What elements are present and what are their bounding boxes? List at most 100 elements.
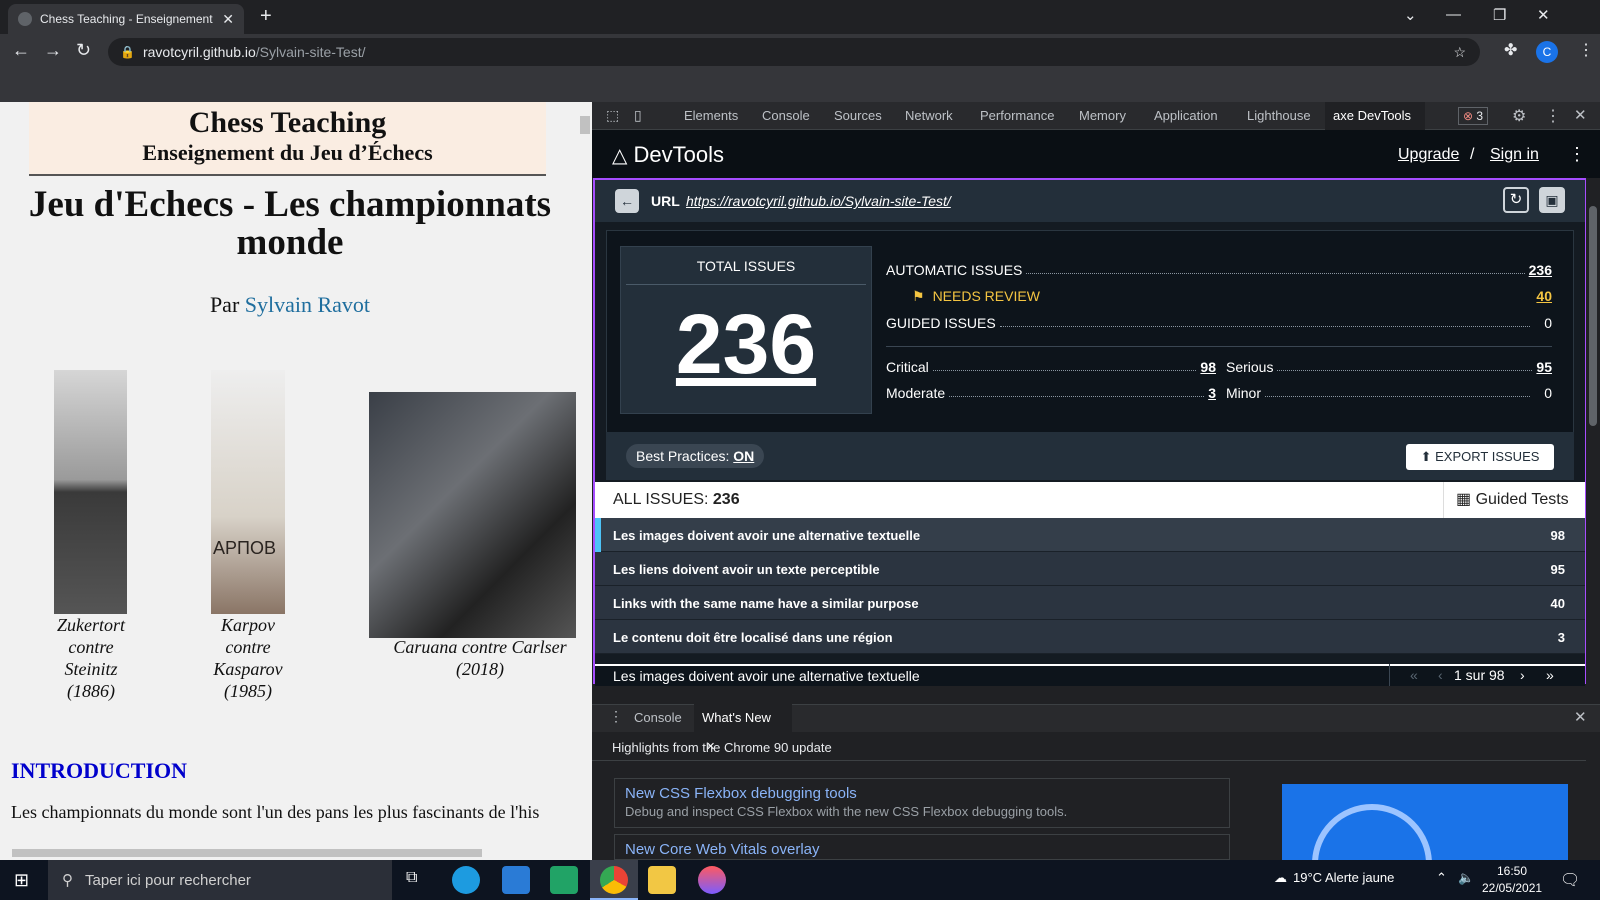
upgrade-link[interactable]: Upgrade <box>1398 146 1459 164</box>
dotted-leader <box>932 359 1197 371</box>
drawer-close-icon[interactable]: ✕ <box>1574 708 1587 726</box>
new-tab-icon[interactable]: + <box>260 5 272 28</box>
best-practices-toggle[interactable]: Best Practices: ON <box>626 444 765 468</box>
axe-menu-icon[interactable]: ⋮ <box>1568 144 1586 165</box>
moderate-value[interactable]: 3 <box>1208 385 1216 401</box>
back-icon[interactable]: ← <box>12 40 30 61</box>
address-bar[interactable]: 🔒 ravotcyril.github.io/Sylvain-site-Test… <box>108 38 1480 66</box>
devtools-close-icon[interactable]: ✕ <box>1574 106 1587 124</box>
browser-tab[interactable]: Chess Teaching - Enseignement d ✕ <box>8 4 244 34</box>
save-icon[interactable]: ▣ <box>1539 187 1565 213</box>
task-view-icon[interactable]: ⧉ <box>406 869 417 887</box>
tab-axe-devtools[interactable]: axe DevTools <box>1325 102 1425 130</box>
reload-icon[interactable]: ↻ <box>76 40 91 61</box>
author-link[interactable]: Sylvain Ravot <box>245 292 370 317</box>
edge-icon[interactable] <box>452 866 480 894</box>
url-label: URL <box>651 193 680 209</box>
device-toolbar-icon[interactable]: ▯ <box>634 107 642 124</box>
error-count: 3 <box>1476 109 1484 123</box>
back-to-start-icon[interactable]: ← <box>615 189 639 213</box>
tab-performance[interactable]: Performance <box>972 102 1062 130</box>
issue-row[interactable]: Les liens doivent avoir un texte percept… <box>595 552 1585 586</box>
issue-label: Les images doivent avoir une alternative… <box>613 528 921 543</box>
caption-line: Karpov <box>221 615 275 635</box>
illustration-circle <box>1312 804 1432 860</box>
chrome-taskbar-button[interactable] <box>590 860 638 900</box>
weather-widget[interactable]: ☁ 19°C Alerte jaune <box>1274 870 1394 886</box>
serious-value[interactable]: 95 <box>1536 359 1552 375</box>
taskbar-search[interactable]: ⚲ Taper ici pour rechercher <box>48 860 392 900</box>
banner-title: Chess Teaching <box>188 106 387 139</box>
tab-network[interactable]: Network <box>897 102 961 130</box>
profile-avatar[interactable]: C <box>1536 41 1558 63</box>
notifications-icon[interactable]: 🗨 <box>1560 870 1580 890</box>
rescan-icon[interactable]: ↻ <box>1503 187 1529 213</box>
tab-memory[interactable]: Memory <box>1071 102 1134 130</box>
prev-page-icon[interactable]: ‹ <box>1438 664 1443 686</box>
photo-text: АРПОВ <box>213 538 276 558</box>
issue-row[interactable]: Les images doivent avoir une alternative… <box>595 518 1585 552</box>
whats-new-card[interactable]: New Core Web Vitals overlay <box>614 834 1230 860</box>
restore-icon[interactable]: ❐ <box>1493 6 1506 24</box>
tab-sources[interactable]: Sources <box>826 102 890 130</box>
drawer-tab-console[interactable]: Console <box>626 704 690 732</box>
windows-start-icon[interactable]: ⊞ <box>14 870 29 891</box>
issue-row[interactable]: Links with the same name have a similar … <box>595 586 1585 620</box>
tab-elements[interactable]: Elements <box>676 102 746 130</box>
issue-row[interactable]: Le contenu doit être localisé dans une r… <box>595 620 1585 654</box>
tab-lighthouse[interactable]: Lighthouse <box>1239 102 1319 130</box>
tab-application[interactable]: Application <box>1146 102 1226 130</box>
tab-close-icon[interactable]: ✕ <box>222 11 234 28</box>
bookmark-star-icon[interactable]: ☆ <box>1453 44 1466 61</box>
clock[interactable]: 16:50 22/05/2021 <box>1482 863 1542 897</box>
tray-expand-icon[interactable]: ⌃ <box>1436 870 1447 886</box>
automatic-issues-value[interactable]: 236 <box>1529 262 1552 278</box>
export-issues-button[interactable]: ⬆ EXPORT ISSUES <box>1406 444 1554 470</box>
last-page-icon[interactable]: » <box>1546 664 1554 686</box>
spreadsheet-icon[interactable] <box>550 866 578 894</box>
vscode-icon[interactable] <box>502 866 530 894</box>
guided-tests-button[interactable]: ▦ Guided Tests <box>1443 482 1585 518</box>
devtools-menu-icon[interactable]: ⋮ <box>1545 106 1561 126</box>
axe-logo-text: DevTools <box>633 142 724 167</box>
first-page-icon[interactable]: « <box>1410 664 1418 686</box>
inspect-element-icon[interactable]: ⬚ <box>606 107 619 124</box>
drawer-menu-icon[interactable]: ⋮ <box>609 708 623 725</box>
tab-title: Chess Teaching - Enseignement d <box>40 12 217 26</box>
tab-console[interactable]: Console <box>754 102 818 130</box>
tab-search-icon[interactable]: ⌄ <box>1404 6 1417 24</box>
scrollbar-thumb[interactable] <box>12 849 482 857</box>
browser-menu-icon[interactable]: ⋮ <box>1578 40 1594 60</box>
close-window-icon[interactable]: ✕ <box>1537 6 1550 24</box>
file-explorer-icon[interactable] <box>648 866 676 894</box>
next-page-icon[interactable]: › <box>1520 664 1525 686</box>
banner-subtitle: Enseignement du Jeu d’Échecs <box>142 140 433 165</box>
scanned-url-link[interactable]: https://ravotcyril.github.io/Sylvain-sit… <box>686 193 951 209</box>
critical-value[interactable]: 98 <box>1200 359 1216 375</box>
critical-label: Critical <box>886 359 929 375</box>
forward-icon[interactable]: → <box>44 40 62 61</box>
devtools-settings-icon[interactable]: ⚙ <box>1512 106 1526 126</box>
scrollbar-thumb[interactable] <box>580 116 590 134</box>
scrollbar-thumb[interactable] <box>1589 206 1597 426</box>
site-banner: Chess Teaching Enseignement du Jeu d’Éch… <box>29 102 546 176</box>
introduction-paragraph: Les championnats du monde sont l'un des … <box>11 802 540 822</box>
zukertort-photo <box>54 370 127 614</box>
paint-app-icon[interactable] <box>698 866 726 894</box>
drawer-tab-whats-new[interactable]: What's New ✕ <box>694 704 792 753</box>
whats-new-card[interactable]: New CSS Flexbox debugging tools Debug an… <box>614 778 1230 828</box>
extensions-icon[interactable]: ✤ <box>1504 40 1517 60</box>
volume-icon[interactable]: 🔈 <box>1458 870 1474 886</box>
page-vertical-scrollbar[interactable] <box>578 102 592 848</box>
drawer-scrollbar[interactable] <box>1586 760 1600 860</box>
error-badge[interactable]: ⊗ 3 <box>1458 107 1489 125</box>
issue-label: Le contenu doit être localisé dans une r… <box>613 630 893 645</box>
page-horizontal-scrollbar[interactable] <box>0 846 592 860</box>
minimize-icon[interactable]: — <box>1446 6 1461 23</box>
needs-review-value[interactable]: 40 <box>1536 288 1552 305</box>
axe-vertical-scrollbar[interactable] <box>1586 178 1600 684</box>
total-issues-value[interactable]: 236 <box>620 296 872 393</box>
signin-link[interactable]: Sign in <box>1490 146 1539 164</box>
export-issues-label: EXPORT ISSUES <box>1435 449 1540 464</box>
